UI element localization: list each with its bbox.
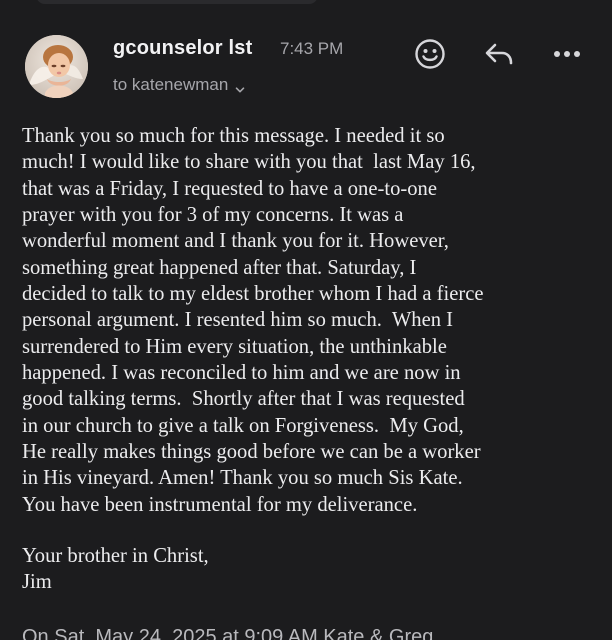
body-line: that was a Friday, I requested to have a… bbox=[22, 177, 437, 200]
body-line: You have been instrumental for my delive… bbox=[22, 493, 418, 516]
reply-button[interactable] bbox=[481, 37, 517, 71]
body-line: much! I would like to share with you tha… bbox=[22, 151, 476, 174]
body-line: wonderful moment and I thank you for it.… bbox=[22, 230, 449, 253]
message-time: 7:43 PM bbox=[280, 39, 344, 58]
body-line: Thank you so much for this message. I ne… bbox=[22, 125, 445, 147]
chevron-down-icon bbox=[235, 80, 245, 93]
signoff-line: Your brother in Christ, bbox=[22, 545, 209, 567]
body-line: prayer with you for 3 of my concerns. It… bbox=[22, 204, 404, 227]
reply-arrow-icon bbox=[485, 43, 513, 65]
sender-avatar[interactable] bbox=[25, 35, 88, 98]
top-bar-remnant bbox=[36, 0, 318, 4]
body-line: He really makes things good before we ca… bbox=[22, 441, 481, 464]
body-line: good talking terms. Shortly after that I… bbox=[22, 388, 465, 411]
body-line: happened. I was reconciled to him and we… bbox=[22, 362, 461, 385]
recipient-line: to katenewman bbox=[113, 75, 229, 94]
body-line: in His vineyard. Amen! Thank you so much… bbox=[22, 467, 463, 490]
body-line: in our church to give a talk on Forgiven… bbox=[22, 414, 464, 437]
smiley-face-icon bbox=[415, 39, 445, 69]
more-options-button[interactable] bbox=[549, 37, 585, 71]
body-line: surrendered to Him every situation, the … bbox=[22, 335, 447, 358]
body-line: decided to talk to my eldest brother who… bbox=[22, 283, 484, 306]
recipient-details-toggle[interactable]: to katenewman bbox=[113, 75, 245, 95]
sender-name[interactable]: gcounselor lst bbox=[113, 37, 253, 60]
add-reaction-button[interactable] bbox=[412, 36, 448, 72]
message-body: Thank you so much for this message. I ne… bbox=[22, 123, 604, 518]
body-line: something great happened after that. Sat… bbox=[22, 256, 417, 279]
angel-avatar-icon bbox=[25, 35, 88, 98]
more-dots-icon bbox=[554, 51, 580, 57]
signoff-line: Jim bbox=[22, 571, 52, 594]
body-line: personal argument. I resented him so muc… bbox=[22, 309, 454, 332]
signature: Your brother in Christ, Jim bbox=[22, 543, 209, 596]
quoted-message-header[interactable]: On Sat, May 24, 2025 at 9:09 AM Kate & G… bbox=[22, 624, 433, 640]
